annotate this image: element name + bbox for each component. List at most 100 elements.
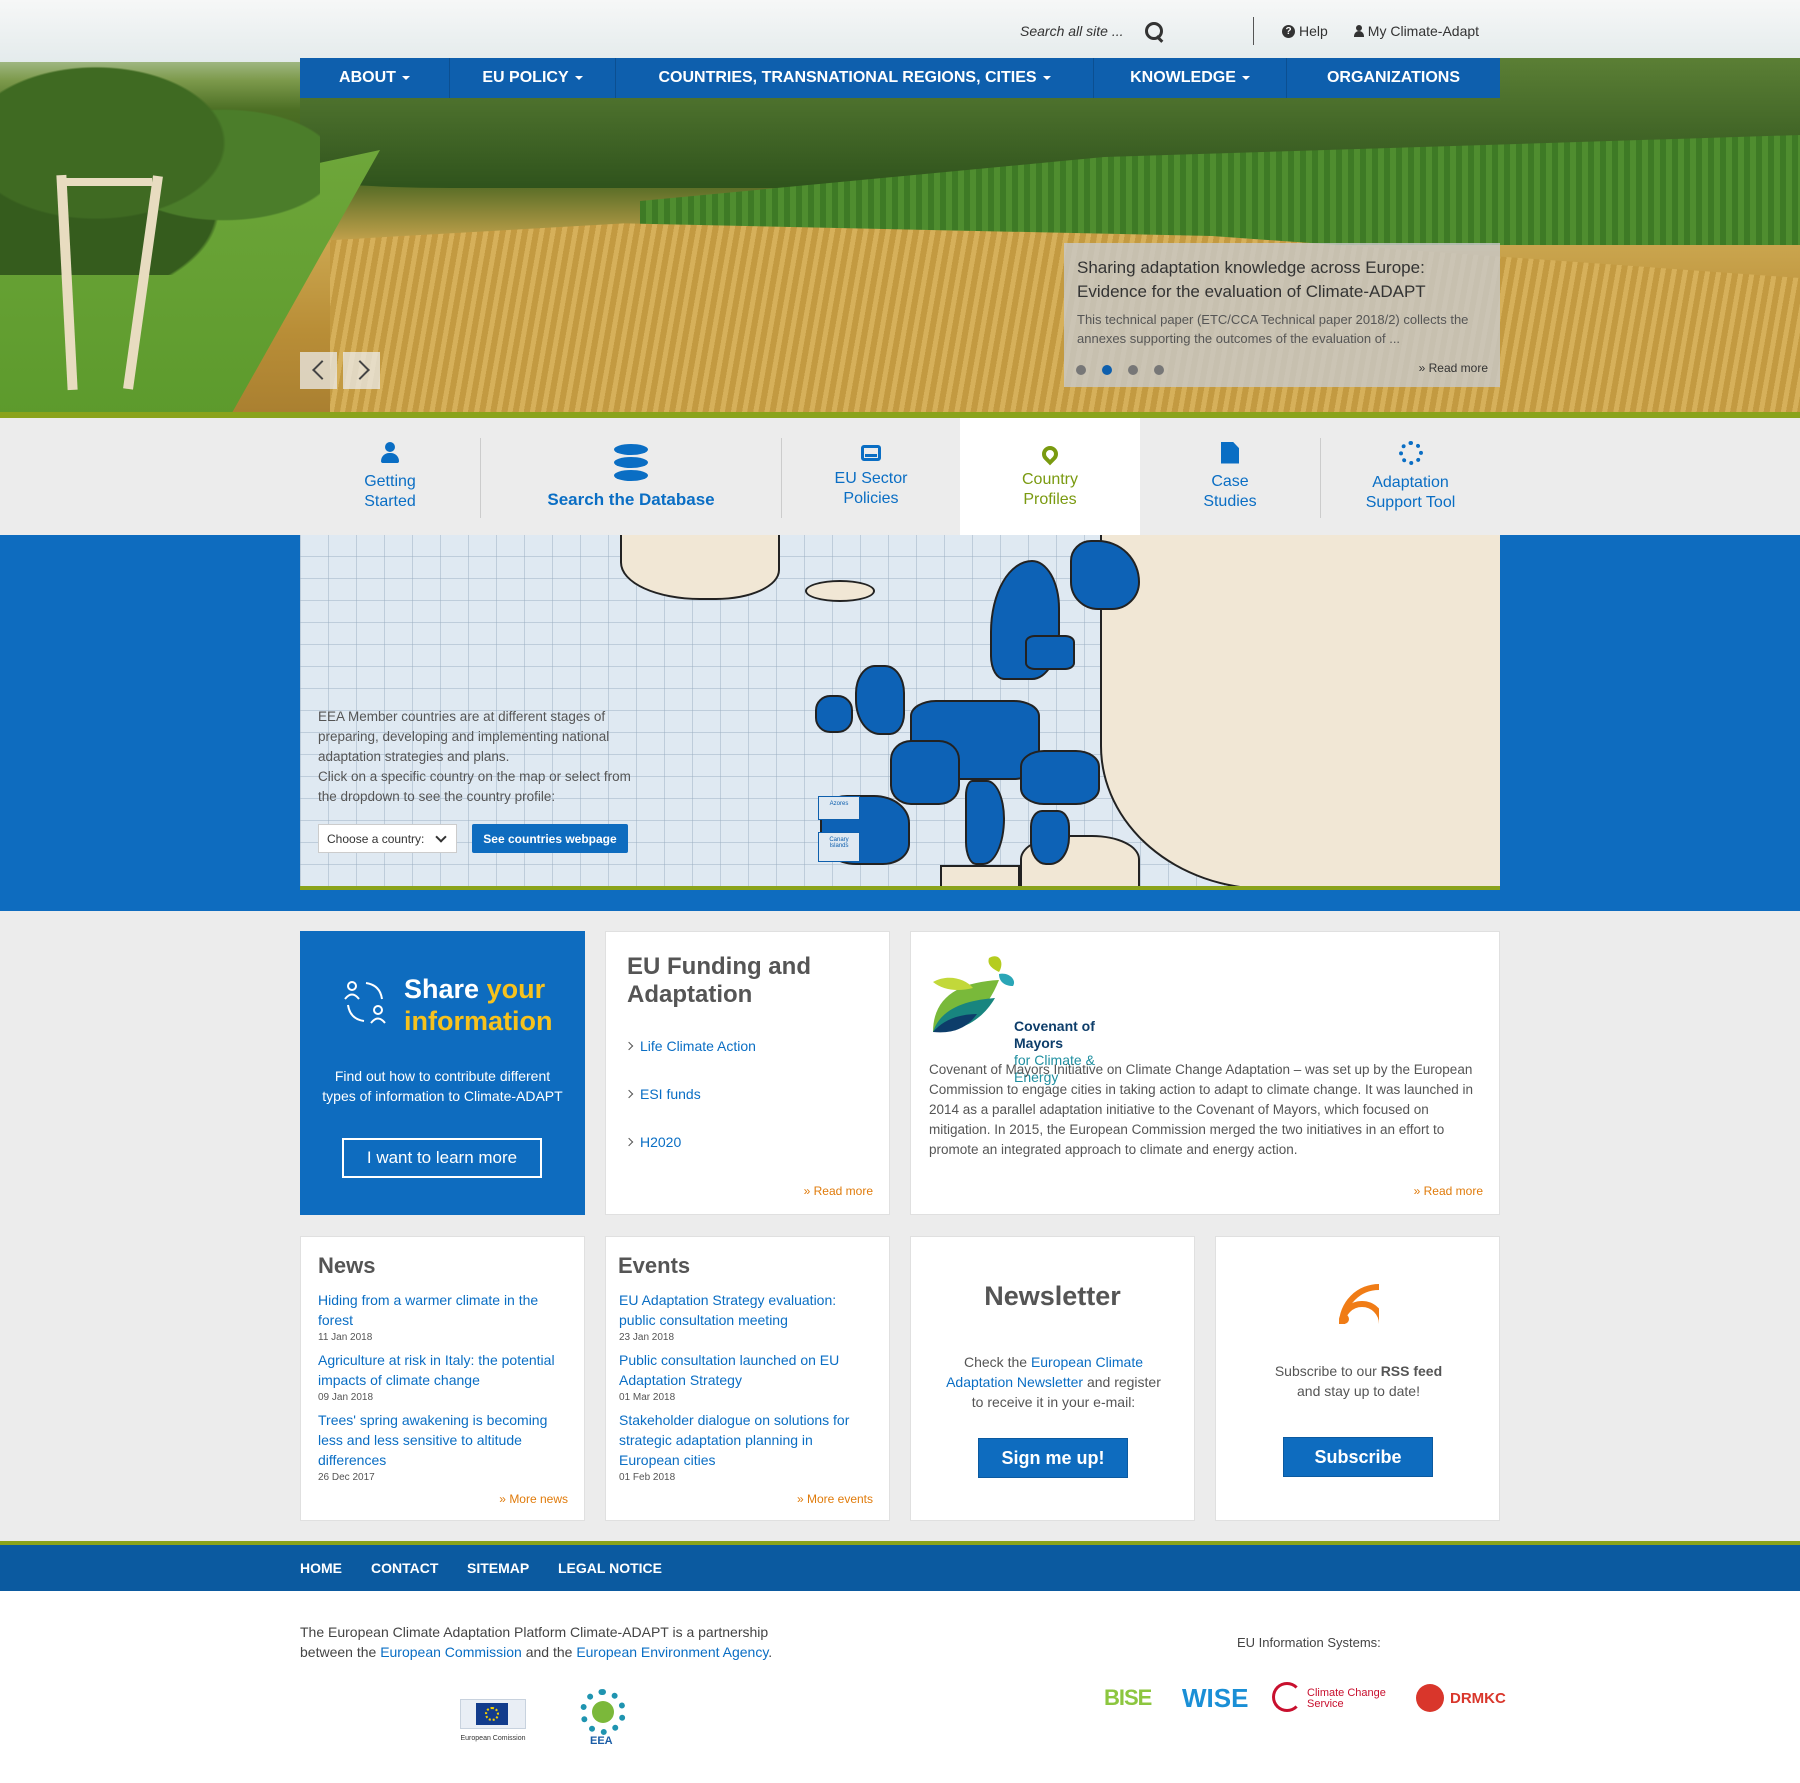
slider-next-button[interactable] [343, 352, 380, 389]
slider-dot[interactable] [1076, 365, 1086, 375]
news-item: Agriculture at risk in Italy: the potent… [318, 1350, 573, 1403]
share-users-icon [344, 981, 386, 1024]
drmkc-logo[interactable]: DRMKC [1450, 1690, 1506, 1707]
nav-item-knowledge[interactable]: KNOWLEDGE [1094, 58, 1287, 98]
funding-link-label: ESI funds [640, 1086, 701, 1102]
footer-nav: HOME CONTACT SITEMAP LEGAL NOTICE [0, 1545, 1800, 1591]
covenant-logo-line: Covenant of Mayors [1014, 1018, 1095, 1051]
quick-link-label: Support Tool [1365, 493, 1456, 511]
quick-link-country-profiles[interactable]: Country Profiles [960, 418, 1140, 535]
caption-text: This technical paper (ETC/CCA Technical … [1077, 312, 1469, 346]
funding-links: Life Climate Action ESI funds H2020 [624, 1038, 756, 1182]
site-search-input[interactable] [1020, 23, 1135, 39]
quick-link-eu-sector-policies[interactable]: EU Sector Policies [782, 418, 960, 535]
search-icon[interactable] [1143, 20, 1165, 42]
slider-dot-active[interactable] [1102, 365, 1112, 375]
my-account-link[interactable]: My Climate-Adapt [1353, 23, 1479, 39]
help-link[interactable]: ? Help [1282, 23, 1328, 39]
caret-down-icon [1241, 76, 1250, 80]
learn-more-button[interactable]: I want to learn more [342, 1138, 542, 1178]
caption-read-more-link[interactable]: » Read more [1419, 361, 1488, 375]
see-countries-button[interactable]: See countries webpage [472, 824, 628, 853]
news-item: Hiding from a warmer climate in the fore… [318, 1290, 573, 1343]
more-events-link[interactable]: » More events [797, 1492, 873, 1506]
eea-link[interactable]: European Environment Agency [576, 1644, 768, 1660]
file-icon [1221, 441, 1239, 464]
quick-link-search-database[interactable]: Search the Database [481, 418, 781, 535]
news-item-link[interactable]: Hiding from a warmer climate in the fore… [318, 1290, 573, 1330]
country-select[interactable]: Choose a country: [318, 824, 457, 853]
covenant-text: Covenant of Mayors Initiative on Climate… [929, 1062, 1474, 1157]
more-events-label: More events [806, 1492, 873, 1506]
map-bottom-line [300, 886, 1500, 890]
newsletter-text-part: Check the [964, 1354, 1028, 1370]
caret-down-icon [1042, 76, 1051, 80]
ec-logo-text: European Comission [460, 1735, 526, 1742]
nav-item-countries[interactable]: COUNTRIES, TRANSNATIONAL REGIONS, CITIES [616, 58, 1094, 98]
funding-link-life[interactable]: Life Climate Action [624, 1038, 756, 1054]
news-title: News [318, 1253, 376, 1278]
quick-link-adaptation-support-tool[interactable]: Adaptation Support Tool [1321, 418, 1500, 535]
covenant-logo[interactable]: Covenant of Mayors for Climate & Energy [929, 952, 1139, 1085]
quick-link-case-studies[interactable]: Case Studies [1140, 418, 1320, 535]
event-item-link[interactable]: Stakeholder dialogue on solutions for st… [619, 1410, 874, 1470]
news-item-date: 26 Dec 2017 [318, 1472, 375, 1483]
slider-dot[interactable] [1154, 365, 1164, 375]
wise-logo[interactable]: WISE [1182, 1683, 1248, 1714]
footer: The European Climate Adaptation Platform… [0, 1591, 1800, 1783]
sign-up-button[interactable]: Sign me up! [978, 1438, 1128, 1478]
slider-prev-button[interactable] [300, 352, 337, 389]
news-list: Hiding from a warmer climate in the fore… [318, 1290, 573, 1490]
slider-dot[interactable] [1128, 365, 1138, 375]
more-news-link[interactable]: » More news [499, 1492, 568, 1506]
european-commission-logo[interactable]: European Comission [458, 1695, 528, 1751]
map-inset-canary-islands[interactable]: Canary Islands [818, 832, 860, 862]
climate-change-service-logo[interactable]: Climate Change Service [1307, 1688, 1387, 1710]
more-news-label: More news [509, 1492, 568, 1506]
rss-card: Subscribe to our RSS feed and stay up to… [1215, 1236, 1500, 1521]
map-country-france[interactable] [890, 740, 960, 805]
news-item-link[interactable]: Trees' spring awakening is becoming less… [318, 1410, 573, 1470]
event-item-link[interactable]: Public consultation launched on EU Adapt… [619, 1350, 874, 1390]
nav-item-organizations[interactable]: ORGANIZATIONS [1287, 58, 1500, 98]
nav-label: ABOUT [339, 69, 396, 86]
map-land-east [1100, 535, 1500, 886]
share-title-word: your [486, 974, 546, 1004]
map-country-united-kingdom[interactable] [855, 665, 905, 735]
map-country-italy[interactable] [965, 780, 1005, 865]
hero-caption: Sharing adaptation knowledge across Euro… [1064, 243, 1500, 387]
map-intro-text: EEA Member countries are at different st… [318, 707, 648, 807]
footer-link-home[interactable]: HOME [300, 1560, 342, 1576]
map-country-greece[interactable] [1030, 810, 1070, 865]
quick-link-getting-started[interactable]: Getting Started [300, 418, 480, 535]
funding-read-more-link[interactable]: » Read more [804, 1184, 873, 1198]
nav-item-eu-policy[interactable]: EU POLICY [450, 58, 616, 98]
rss-icon[interactable] [1339, 1284, 1379, 1324]
drmkc-icon [1416, 1684, 1444, 1712]
bise-logo[interactable]: BISE [1104, 1685, 1152, 1711]
map-inset-azores[interactable]: Azores [818, 796, 860, 820]
footer-link-sitemap[interactable]: SITEMAP [467, 1560, 529, 1576]
nav-item-about[interactable]: ABOUT [300, 58, 450, 98]
quick-link-label: EU Sector [834, 469, 908, 487]
map-intro-line: Click on a specific country on the map o… [318, 769, 631, 804]
funding-link-h2020[interactable]: H2020 [624, 1134, 756, 1150]
footer-link-legal-notice[interactable]: LEGAL NOTICE [558, 1560, 662, 1576]
european-commission-link[interactable]: European Commission [380, 1644, 522, 1660]
funding-link-esi[interactable]: ESI funds [624, 1086, 756, 1102]
news-item-link[interactable]: Agriculture at risk in Italy: the potent… [318, 1350, 573, 1390]
share-title: Share your information [404, 973, 553, 1037]
footer-link-contact[interactable]: CONTACT [371, 1560, 438, 1576]
covenant-read-more-link[interactable]: » Read more [1414, 1184, 1483, 1198]
help-label: Help [1299, 23, 1328, 39]
event-item-link[interactable]: EU Adaptation Strategy evaluation: publi… [619, 1290, 874, 1330]
eea-logo[interactable]: EEA [578, 1689, 628, 1749]
map-country-baltics[interactable] [1025, 635, 1075, 670]
map-country-ireland[interactable] [815, 695, 853, 733]
quick-link-label: Profiles [1023, 490, 1077, 508]
events-title: Events [618, 1253, 691, 1278]
map-land-greenland [620, 535, 780, 600]
event-item: EU Adaptation Strategy evaluation: publi… [619, 1290, 874, 1343]
subscribe-button[interactable]: Subscribe [1283, 1437, 1433, 1477]
map-country-southeast-europe[interactable] [1020, 750, 1100, 805]
